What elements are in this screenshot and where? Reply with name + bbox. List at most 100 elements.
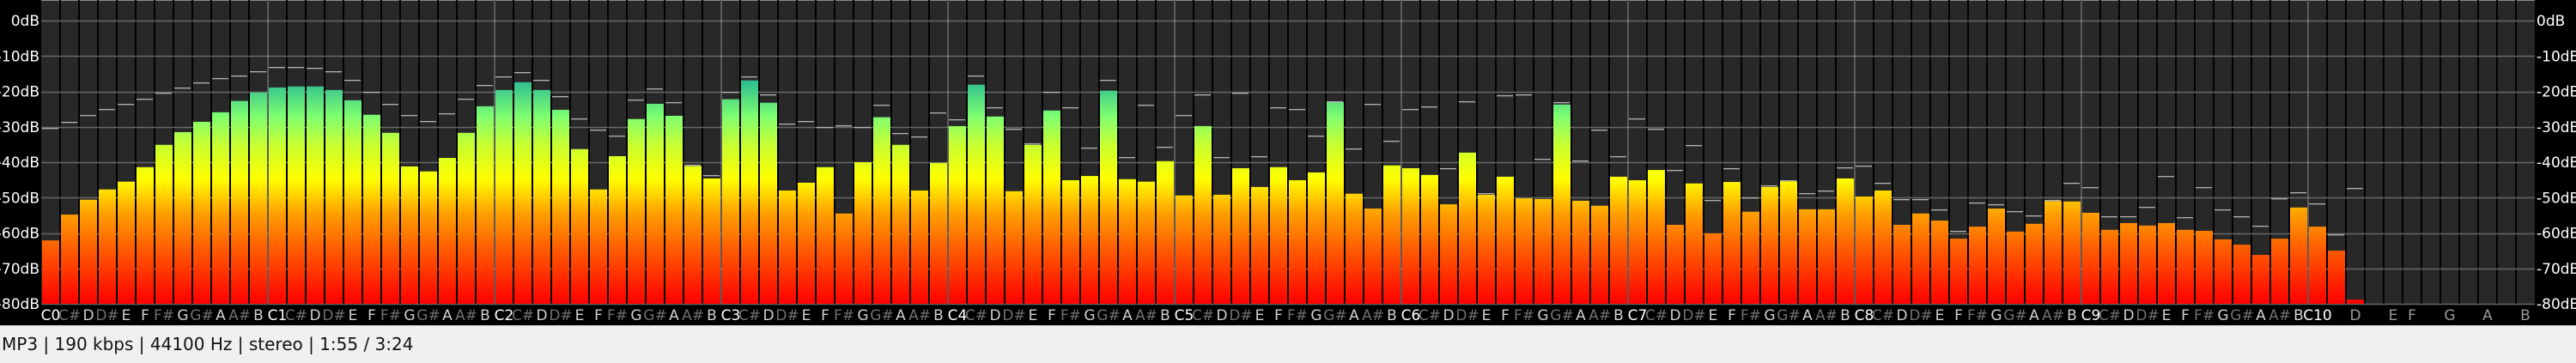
bar-98 [1893,225,1911,304]
peak-marker-0 [42,128,58,130]
peak-marker-61 [1194,94,1211,96]
y-tick-label: -80dB [2537,296,2576,313]
peak-marker-12 [269,67,285,69]
peak-marker-113 [2177,217,2193,219]
note-label: F [1501,307,1510,324]
bar-43 [854,162,872,304]
note-label: A# [228,307,251,324]
bar-53 [1043,110,1060,304]
bar-23 [477,106,494,304]
column-divider [2194,0,2196,304]
peak-marker-48 [949,119,965,121]
bar-109 [2101,229,2118,304]
peak-marker-90 [1742,197,1759,199]
note-label: G# [643,307,666,324]
note-label: F [368,307,376,324]
y-axis-left: 0dB -10dB -20dB -30dB -40dB -50dB -60dB -70dB -8… [0,13,39,313]
peak-marker-104 [2007,211,2023,213]
note-label: E [1255,307,1265,324]
column-divider [229,0,231,304]
peak-marker-33 [665,102,682,104]
column-divider [1079,0,1081,304]
peak-marker-34 [684,165,701,166]
bar-103 [1988,209,2005,304]
peak-marker-25 [514,72,531,74]
note-label: F# [607,307,628,324]
bar-9 [212,112,229,304]
y-tick-label: -50dB [2537,190,2576,207]
peak-marker-43 [854,127,871,129]
y-tick-label: -60dB [2537,226,2576,243]
peak-marker-42 [835,125,852,127]
column-divider [1778,0,1780,304]
y-tick-label: -70dB [2537,261,2576,278]
column-divider [1608,0,1610,304]
note-label: A# [1135,307,1157,324]
column-divider [456,0,458,304]
bar-20 [420,171,437,304]
column-divider [2269,0,2271,304]
bar-119 [2290,207,2307,304]
note-label: F# [1514,307,1534,324]
note-label: A# [455,307,477,324]
bar-19 [401,166,418,304]
bar-28 [571,148,588,304]
bar-61 [1194,125,1212,304]
peak-marker-117 [2252,226,2269,227]
note-label: B [1387,307,1397,324]
peak-marker-45 [892,133,908,135]
peak-marker-106 [2044,200,2061,202]
peak-marker-75 [1459,101,1475,103]
bar-44 [873,117,890,304]
note-label: C7 [1628,307,1648,324]
column-divider [2477,0,2479,304]
column-divider [1571,0,1572,304]
note-label: D [1216,307,1227,324]
peak-marker-59 [1157,147,1173,148]
note-label: C# [1872,307,1894,324]
bar-7 [174,131,191,304]
note-label: F [1954,307,1963,324]
bar-84 [1629,180,1646,304]
bar-70 [1364,209,1382,304]
note-label: F# [834,307,854,324]
bar-101 [1950,239,1967,304]
peak-marker-15 [325,71,342,73]
note-label: C0 [41,307,61,324]
note-label: G [404,307,415,324]
bar-34 [684,166,702,304]
note-label: C# [512,307,534,324]
column-divider [343,0,344,304]
column-divider [1438,0,1440,304]
note-label: D# [549,307,572,324]
y-tick-label: -20dB [0,84,39,101]
peak-marker-46 [911,136,927,138]
peak-marker-98 [1893,199,1910,201]
column-divider [191,0,193,304]
peak-marker-58 [1138,105,1154,106]
peak-marker-19 [401,115,417,117]
column-divider [1136,0,1138,304]
column-divider [513,0,514,304]
peak-marker-77 [1497,95,1513,97]
note-label: C# [2099,307,2121,324]
note-label: A# [1362,307,1384,324]
note-label: G# [2230,307,2253,324]
column-divider [2402,0,2403,304]
column-divider [2421,0,2422,304]
column-divider [1759,0,1761,304]
note-label: A [669,307,679,324]
note-label: F# [1287,307,1308,324]
bar-73 [1421,174,1438,304]
note-label: C2 [495,307,514,324]
peak-marker-108 [2082,187,2099,189]
column-divider [2232,0,2233,304]
note-label: E [1482,307,1492,324]
bar-11 [250,92,267,304]
peak-marker-92 [1780,180,1796,182]
bar-17 [363,114,380,304]
peak-marker-66 [1289,109,1305,111]
note-label: D# [1455,307,1479,324]
column-divider [853,0,854,304]
bar-30 [609,155,626,304]
